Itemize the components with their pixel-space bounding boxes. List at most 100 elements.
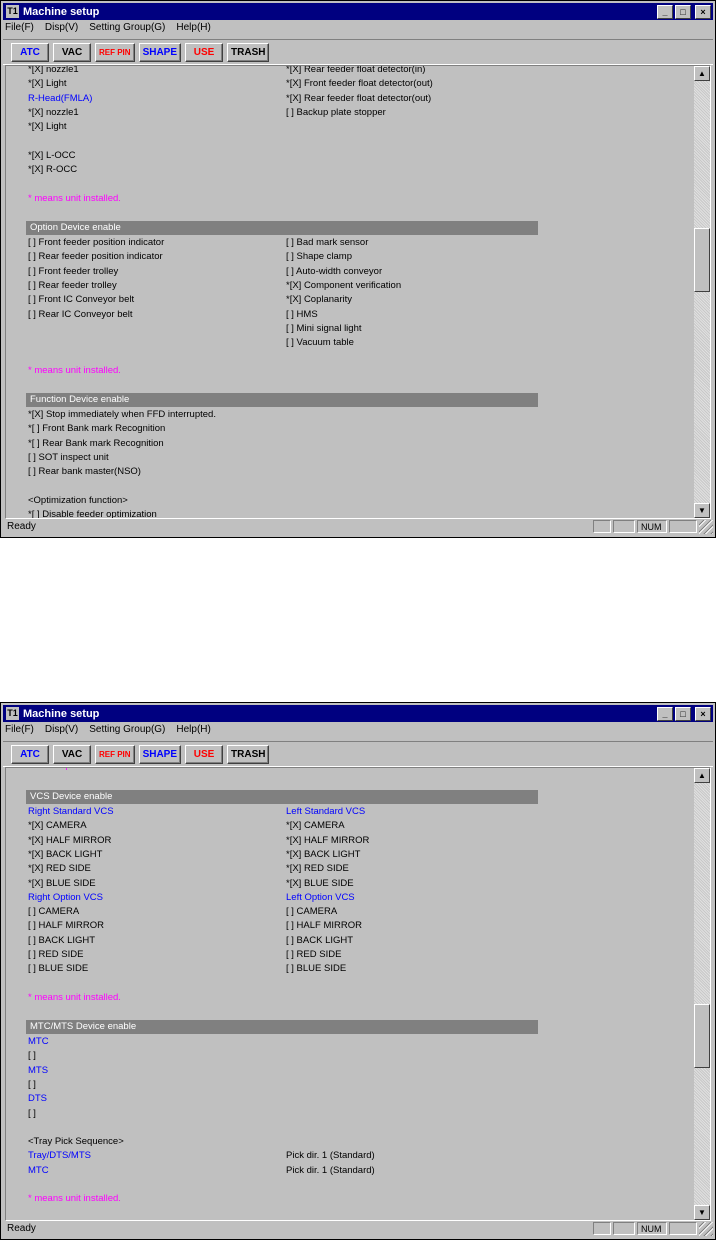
trash-button[interactable]: TRASH <box>227 42 270 62</box>
menu-file[interactable]: File(F) <box>5 724 34 739</box>
setting-line: [ ] Backup plate stopper <box>286 106 386 118</box>
setting-line: [ ] Vacuum table <box>286 337 354 349</box>
shape-button[interactable]: SHAPE <box>138 744 182 764</box>
setting-line: [ ] BLUE SIDE <box>286 963 347 975</box>
status-pane-1 <box>593 1222 611 1235</box>
use-button[interactable]: USE <box>185 744 224 764</box>
setting-line: *[X] Coplanarity <box>286 294 353 306</box>
close-icon[interactable]: × <box>695 5 711 19</box>
window-title: Machine setup <box>23 5 100 18</box>
setting-line: Right Standard VCS <box>28 806 114 817</box>
setting-line: *[X] BACK LIGHT <box>286 848 361 860</box>
machine-setup-window-1: T1 Machine setup _ □ × File(F) Disp(V) S… <box>0 0 716 538</box>
ref-pin-button[interactable]: REF PIN <box>95 42 135 62</box>
resize-grip-icon[interactable] <box>699 519 713 534</box>
setting-line: *[ ] Rear Bank mark Recognition <box>28 437 164 449</box>
setting-line: [ ] <box>28 1078 36 1090</box>
menu-help[interactable]: Help(H) <box>176 22 210 37</box>
status-num: NUM <box>637 520 667 533</box>
vertical-scrollbar[interactable]: ▲ ▼ <box>694 66 710 518</box>
setting-line: [ ] RED SIDE <box>28 949 84 960</box>
setting-line: *[X] L-OCC <box>28 149 76 161</box>
setting-line: *[X] CAMERA <box>28 820 87 832</box>
vac-button[interactable]: VAC <box>53 744 91 764</box>
setting-line: [ ] <box>28 1050 36 1062</box>
setting-line: [ ] Mini signal light <box>286 322 362 334</box>
minimize-icon[interactable]: _ <box>657 707 673 721</box>
atc-button[interactable]: ATC <box>11 744 49 764</box>
legend-note: * means unit installed. <box>28 365 121 376</box>
setting-line: *[X] BLUE SIDE <box>286 877 354 889</box>
app-icon: T1 <box>6 5 19 18</box>
menu-disp[interactable]: Disp(V) <box>45 22 78 37</box>
setting-line: *[X] Rear feeder float detector(out) <box>286 92 432 104</box>
scroll-up-icon[interactable]: ▲ <box>694 66 710 81</box>
setting-line: Right Option VCS <box>28 891 103 903</box>
setting-line: [ ] Rear IC Conveyor belt <box>28 308 133 320</box>
setting-line: DTS <box>28 1093 47 1105</box>
trash-button[interactable]: TRASH <box>227 744 270 764</box>
setting-line: *[X] Front feeder float detector(out) <box>286 78 433 90</box>
setting-line: MTS <box>28 1064 49 1076</box>
menu-help[interactable]: Help(H) <box>176 724 210 739</box>
setting-line: *[ ] Disable feeder optimization <box>28 509 157 518</box>
vertical-scrollbar[interactable]: ▲ ▼ <box>694 768 710 1220</box>
menu-setting-group[interactable]: Setting Group(G) <box>89 22 165 37</box>
menu-bar: File(F) Disp(V) Setting Group(G) Help(H) <box>5 22 211 37</box>
status-pane-1 <box>593 520 611 533</box>
maximize-icon[interactable]: □ <box>675 5 691 19</box>
setup-content-pane: * means possible to use. VCS Device enabl… <box>5 767 711 1221</box>
status-bar: Ready NUM <box>3 518 713 535</box>
setting-line: *[X] RED SIDE <box>28 863 91 875</box>
toolbar: ATC VAC REF PIN SHAPE USE TRASH <box>3 39 713 65</box>
setting-line: R-Head(FMLA) <box>28 92 93 104</box>
scroll-up-icon[interactable]: ▲ <box>694 768 710 783</box>
machine-setup-window-2: T1 Machine setup _ □ × File(F) Disp(V) S… <box>0 702 716 1240</box>
vac-button[interactable]: VAC <box>53 42 91 62</box>
setting-line: [ ] Bad mark sensor <box>286 237 369 248</box>
setting-line: [ ] HMS <box>286 308 318 320</box>
menu-setting-group[interactable]: Setting Group(G) <box>89 724 165 739</box>
close-icon[interactable]: × <box>695 707 711 721</box>
menu-file[interactable]: File(F) <box>5 22 34 37</box>
menu-disp[interactable]: Disp(V) <box>45 724 78 739</box>
scroll-down-icon[interactable]: ▼ <box>694 503 710 518</box>
status-text: Ready <box>7 1223 36 1234</box>
setting-line: [ ] Front feeder trolley <box>28 265 119 277</box>
resize-grip-icon[interactable] <box>699 1221 713 1236</box>
setting-line: [ ] Rear bank master(NSO) <box>28 466 141 478</box>
setting-line: Left Option VCS <box>286 891 355 903</box>
minimize-icon[interactable]: _ <box>657 5 673 19</box>
maximize-icon[interactable]: □ <box>675 707 691 721</box>
setting-line: * means unit installed. <box>28 192 121 204</box>
setting-line: [ ] Front IC Conveyor belt <box>28 294 135 306</box>
setting-line: Tray/DTS/MTS <box>28 1150 91 1162</box>
setting-line: *[X] HALF MIRROR <box>286 834 370 846</box>
setting-line: [ ] RED SIDE <box>286 949 342 960</box>
setting-line: Pick dir. 1 (Standard) <box>286 1150 375 1162</box>
title-bar: T1 Machine setup _ □ × <box>3 3 713 20</box>
setting-line: *[X] nozzle1 <box>28 106 79 118</box>
title-bar: T1 Machine setup _ □ × <box>3 705 713 722</box>
scroll-thumb[interactable] <box>694 228 710 292</box>
shape-button[interactable]: SHAPE <box>138 42 182 62</box>
setting-line: [ ] BACK LIGHT <box>286 934 354 946</box>
setting-line: *[X] RED SIDE <box>286 863 349 875</box>
legend-note: * means unit installed. <box>28 992 121 1003</box>
menu-bar: File(F) Disp(V) Setting Group(G) Help(H) <box>5 724 211 739</box>
status-pane-2 <box>613 1222 635 1235</box>
atc-button[interactable]: ATC <box>11 42 49 62</box>
setting-line: [ ] HALF MIRROR <box>28 920 105 932</box>
scroll-thumb[interactable] <box>694 1004 710 1068</box>
window-title: Machine setup <box>23 707 100 720</box>
setting-line: MTC <box>28 1036 49 1047</box>
setting-line: *[ ] Front Bank mark Recognition <box>28 423 166 435</box>
setting-line: Left Standard VCS <box>286 806 366 817</box>
setup-content: * means possible to use. VCS Device enabl… <box>6 768 692 1220</box>
ref-pin-button[interactable]: REF PIN <box>95 744 135 764</box>
scroll-down-icon[interactable]: ▼ <box>694 1205 710 1220</box>
setting-line: [ ] <box>28 1107 36 1119</box>
setting-line: *[X] R-OCC <box>28 164 78 176</box>
setting-line: *[X] Component verification <box>286 279 402 291</box>
use-button[interactable]: USE <box>185 42 224 62</box>
